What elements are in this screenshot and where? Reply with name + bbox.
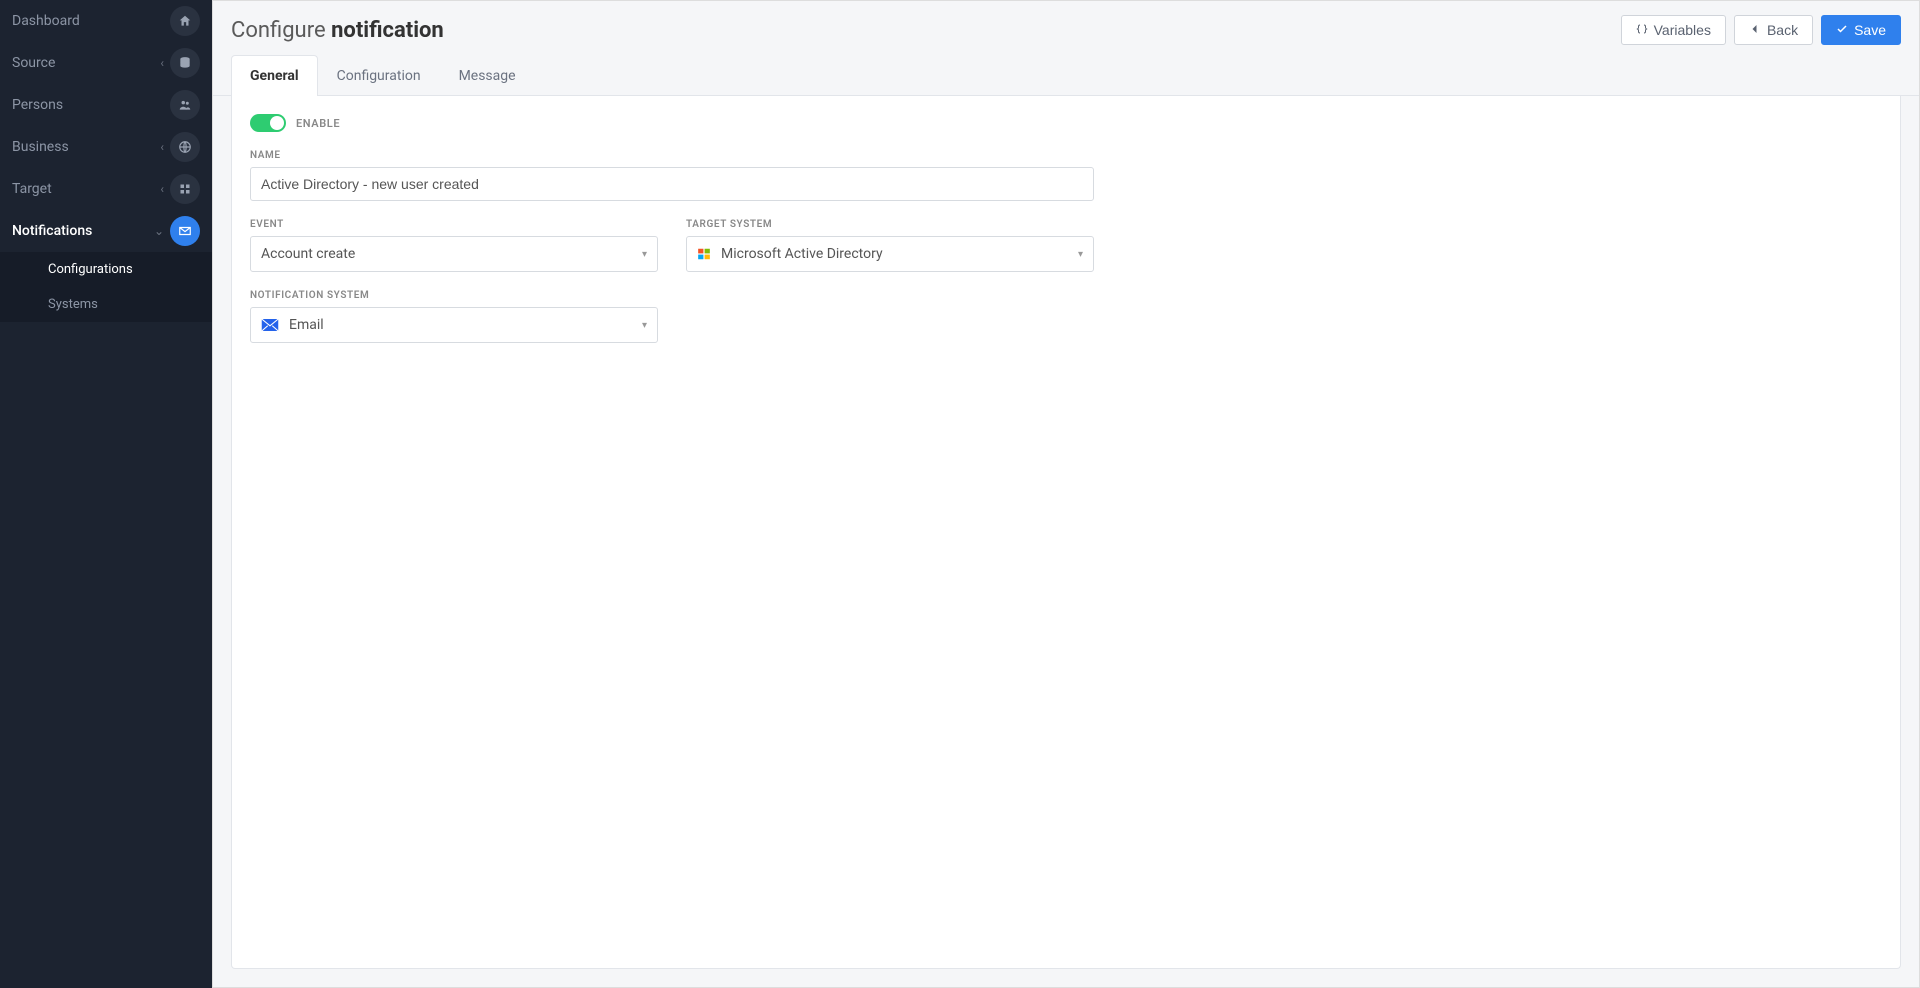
event-label: EVENT (250, 219, 658, 230)
enable-toggle[interactable] (250, 114, 286, 132)
sidebar-item-label: Dashboard (12, 13, 170, 29)
button-label: Save (1854, 22, 1886, 38)
caret-down-icon: ▾ (642, 320, 647, 331)
tab-general[interactable]: General (231, 55, 318, 96)
back-button[interactable]: Back (1734, 15, 1813, 45)
sidebar-item-label: Target (12, 181, 160, 197)
button-label: Back (1767, 22, 1798, 38)
select-value: Microsoft Active Directory (721, 246, 883, 262)
name-label: NAME (250, 150, 1094, 161)
grid-icon (170, 174, 200, 204)
sidebar-item-target[interactable]: Target ‹ (0, 168, 212, 210)
database-icon (170, 48, 200, 78)
sidebar-item-notifications[interactable]: Notifications ⌄ (0, 210, 212, 252)
title-prefix: Configure (231, 18, 326, 43)
header-actions: Variables Back Save (1621, 15, 1901, 45)
notification-system-select[interactable]: Email ▾ (250, 307, 658, 343)
page-title: Configure notification (231, 18, 444, 43)
mail-icon (170, 216, 200, 246)
globe-icon (170, 132, 200, 162)
chevron-down-icon: ⌄ (154, 224, 164, 238)
name-input[interactable] (250, 167, 1094, 201)
tab-panel: ENABLE NAME EVENT Account create ▾ TARGE… (231, 96, 1901, 969)
target-system-label: TARGET SYSTEM (686, 219, 1094, 230)
chevron-left-icon: ‹ (160, 182, 164, 196)
home-icon (170, 6, 200, 36)
main: Configure notification Variables Back Sa… (212, 0, 1920, 988)
sidebar-item-source[interactable]: Source ‹ (0, 42, 212, 84)
chevron-left-icon: ‹ (160, 140, 164, 154)
sidebar-item-label: Notifications (12, 223, 154, 239)
check-icon (1836, 22, 1848, 38)
tabs: General Configuration Message (213, 55, 1919, 96)
select-value: Account create (261, 246, 355, 262)
target-system-select[interactable]: Microsoft Active Directory ▾ (686, 236, 1094, 272)
sidebar-subnav: Configurations Systems (0, 252, 212, 322)
sidebar: Dashboard Source ‹ Persons Business ‹ (0, 0, 212, 988)
sidebar-subitem-configurations[interactable]: Configurations (0, 252, 212, 287)
caret-down-icon: ▾ (642, 249, 647, 260)
notification-system-label: NOTIFICATION SYSTEM (250, 290, 658, 301)
chevron-left-icon: ‹ (160, 56, 164, 70)
chevron-left-icon (1749, 22, 1761, 38)
button-label: Variables (1654, 22, 1711, 38)
tab-configuration[interactable]: Configuration (318, 55, 440, 96)
variables-button[interactable]: Variables (1621, 15, 1726, 45)
event-select[interactable]: Account create ▾ (250, 236, 658, 272)
save-button[interactable]: Save (1821, 15, 1901, 45)
email-icon (261, 318, 279, 332)
sidebar-item-label: Persons (12, 97, 170, 113)
sidebar-item-label: Source (12, 55, 160, 71)
sidebar-item-persons[interactable]: Persons (0, 84, 212, 126)
title-bold: notification (331, 18, 444, 43)
tab-message[interactable]: Message (440, 55, 535, 96)
sidebar-item-dashboard[interactable]: Dashboard (0, 0, 212, 42)
header: Configure notification Variables Back Sa… (213, 1, 1919, 55)
sidebar-subitem-systems[interactable]: Systems (0, 287, 212, 322)
caret-down-icon: ▾ (1078, 249, 1083, 260)
windows-icon (697, 247, 711, 261)
users-icon (170, 90, 200, 120)
code-icon (1636, 22, 1648, 38)
select-value: Email (289, 317, 324, 333)
enable-label: ENABLE (296, 117, 340, 130)
sidebar-item-label: Business (12, 139, 160, 155)
sidebar-item-business[interactable]: Business ‹ (0, 126, 212, 168)
